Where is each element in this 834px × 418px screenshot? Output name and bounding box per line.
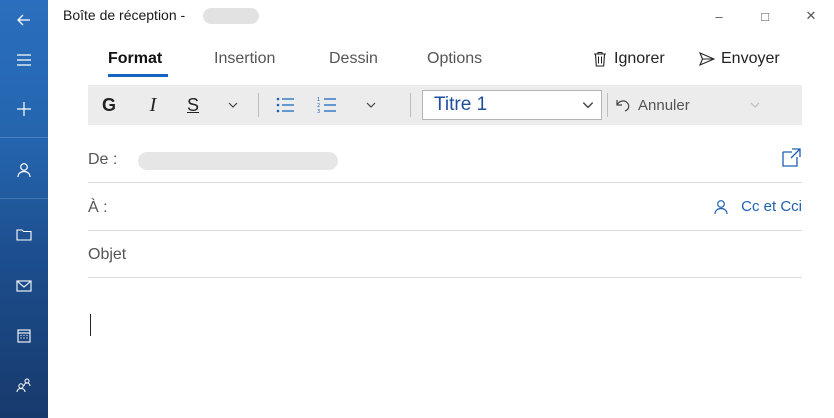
back-button[interactable]: [0, 0, 48, 40]
numbered-list-icon: 123: [317, 97, 336, 114]
font-options-dropdown[interactable]: [218, 85, 248, 125]
rail-divider: [0, 198, 48, 199]
undo-options-dropdown[interactable]: [740, 85, 770, 125]
compose-pane: Boîte de réception - – □ ✕ Format Insert…: [48, 0, 834, 418]
toolbar-divider: [410, 93, 411, 117]
menu-button[interactable]: [0, 40, 48, 80]
from-label: De :: [88, 151, 118, 168]
active-tab-indicator: [108, 74, 168, 77]
calendar-button[interactable]: [0, 316, 48, 356]
chevron-down-icon: [750, 102, 760, 108]
mail-icon: [16, 280, 32, 292]
redacted-sender-address: [138, 152, 338, 170]
discard-button[interactable]: Ignorer: [592, 50, 665, 68]
cc-bcc-area: Cc et Cci: [713, 198, 802, 215]
svg-text:3: 3: [317, 109, 320, 114]
tab-insertion[interactable]: Insertion: [214, 50, 275, 68]
popout-icon[interactable]: [780, 147, 802, 169]
from-field[interactable]: De :: [88, 137, 802, 183]
subject-placeholder: Objet: [88, 246, 127, 263]
tab-dessin[interactable]: Dessin: [329, 50, 378, 68]
hamburger-icon: [17, 54, 31, 66]
send-icon: [699, 51, 715, 67]
to-label: À :: [88, 199, 108, 216]
format-toolbar: G I S 123 Titre 1 Annuler: [88, 85, 802, 125]
calendar-icon: [17, 329, 31, 343]
trash-icon: [594, 51, 606, 67]
redacted-account-name: [203, 8, 259, 24]
undo-button[interactable]: Annuler: [614, 85, 690, 125]
title-bar: Boîte de réception - – □ ✕: [48, 0, 834, 32]
back-arrow-icon: [17, 14, 30, 26]
person-icon[interactable]: [713, 199, 729, 215]
paragraph-options-dropdown[interactable]: [356, 85, 386, 125]
bullets-button[interactable]: [268, 85, 302, 125]
chevron-down-icon: [366, 102, 376, 108]
toolbar-divider: [607, 93, 608, 117]
numbering-button[interactable]: 123: [310, 85, 344, 125]
send-button[interactable]: Envoyer: [699, 50, 780, 68]
window-title: Boîte de réception -: [63, 7, 186, 23]
toolbar-divider: [258, 93, 259, 117]
chevron-down-icon: [228, 102, 238, 108]
maximize-button[interactable]: □: [742, 0, 788, 32]
style-value: Titre 1: [434, 94, 488, 115]
navigation-rail: [0, 0, 48, 418]
tab-options[interactable]: Options: [427, 50, 482, 68]
underline-button[interactable]: S: [178, 85, 208, 125]
accounts-button[interactable]: [0, 150, 48, 190]
style-dropdown[interactable]: Titre 1: [422, 90, 602, 120]
ribbon-tabs: Format Insertion Dessin Options Ignorer …: [48, 44, 834, 82]
new-mail-button[interactable]: [0, 89, 48, 129]
folders-button[interactable]: [0, 215, 48, 255]
mail-button[interactable]: [0, 266, 48, 306]
italic-button[interactable]: I: [138, 85, 168, 125]
close-button[interactable]: ✕: [788, 0, 834, 32]
person-icon: [17, 163, 31, 178]
bold-button[interactable]: G: [94, 85, 124, 125]
send-label: Envoyer: [721, 50, 780, 67]
people-icon: [16, 378, 31, 393]
bulleted-list-icon: [276, 97, 294, 113]
people-button[interactable]: [0, 365, 48, 405]
subject-field[interactable]: Objet: [88, 232, 802, 278]
body-text-caret[interactable]: [90, 314, 91, 336]
cc-bcc-link[interactable]: Cc et Cci: [741, 198, 802, 215]
undo-icon: [616, 100, 630, 112]
discard-label: Ignorer: [614, 50, 665, 67]
to-field[interactable]: À : Cc et Cci: [88, 185, 802, 231]
minimize-button[interactable]: –: [696, 0, 742, 32]
rail-divider: [0, 137, 48, 138]
plus-icon: [17, 102, 31, 116]
chevron-down-icon: [582, 102, 594, 109]
folder-icon: [16, 229, 32, 241]
tab-format[interactable]: Format: [108, 50, 162, 68]
undo-label: Annuler: [638, 96, 690, 114]
